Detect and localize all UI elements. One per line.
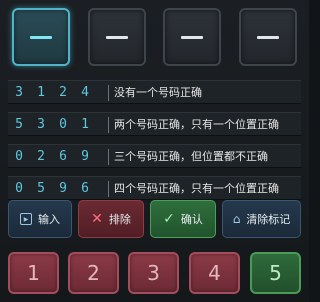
number-pad: 1 2 3 4 5 [8,252,301,296]
play-icon: ▶ [20,213,32,225]
clue-digit: 2 [37,149,45,164]
clue-digit: 9 [59,181,67,196]
number-key-2[interactable]: 2 [68,252,119,294]
input-button[interactable]: ▶ 输入 [8,200,72,238]
close-icon: ✕ [91,211,103,227]
tag-icon: ⌂ [232,212,241,226]
guess-slot-3[interactable] [163,8,221,66]
guess-slot-2[interactable] [88,8,146,66]
clue-digit: 1 [81,117,89,132]
slot-empty-dash [30,35,52,39]
puzzle-panel: 3 1 2 4 没有一个号码正确 5 3 0 1 两个号码正确，只有一个位置正确… [0,0,309,302]
slot-empty-dash [106,35,128,39]
clue-hint: 三个号码正确，但位置都不正确 [114,150,268,163]
clue-separator [108,181,109,197]
confirm-button-label: 确认 [180,213,203,226]
clue-digit: 0 [15,149,23,164]
action-bar: ▶ 输入 ✕ 排除 ✓ 确认 ⌂ 清除标记 [8,200,301,240]
number-key-4[interactable]: 4 [189,252,240,294]
clue-digit: 3 [37,117,45,132]
clue-hint: 两个号码正确，只有一个位置正确 [114,118,279,131]
guess-slot-1[interactable] [12,8,70,66]
clue-separator [108,149,109,165]
clue-hint: 四个号码正确，只有一个位置正确 [114,182,279,195]
clue-hint: 没有一个号码正确 [114,86,202,99]
clue-row-2: 5 3 0 1 两个号码正确，只有一个位置正确 [8,112,301,136]
clue-separator [108,85,109,101]
slot-empty-dash [257,35,279,39]
clue-digit: 5 [15,117,23,132]
clear-marks-button-label: 清除标记 [246,213,291,226]
clue-digits: 5 3 0 1 [13,116,103,134]
input-button-label: 输入 [38,213,60,226]
clue-digit: 2 [59,85,67,100]
clue-digit: 9 [81,149,89,164]
slot-empty-dash [181,35,203,39]
clue-digit: 6 [81,181,89,196]
clue-digit: 0 [15,181,23,196]
clue-digits: 0 2 6 9 [13,148,103,166]
clue-digit: 3 [15,85,23,100]
clue-row-3: 0 2 6 9 三个号码正确，但位置都不正确 [8,144,301,168]
clear-marks-button[interactable]: ⌂ 清除标记 [222,200,301,238]
clue-digits: 3 1 2 4 [13,84,103,102]
number-key-3[interactable]: 3 [128,252,179,294]
clue-digit: 4 [81,85,89,100]
clue-row-4: 0 5 9 6 四个号码正确，只有一个位置正确 [8,176,301,200]
clue-row-1: 3 1 2 4 没有一个号码正确 [8,80,301,104]
clue-digit: 6 [59,149,67,164]
clue-digits: 0 5 9 6 [13,180,103,198]
exclude-button-label: 排除 [108,213,131,226]
exclude-button[interactable]: ✕ 排除 [78,200,144,238]
guess-slots [12,8,297,68]
clue-separator [108,117,109,133]
confirm-button[interactable]: ✓ 确认 [150,200,216,238]
check-icon: ✓ [163,211,175,227]
clue-digit: 1 [37,85,45,100]
number-key-5[interactable]: 5 [250,252,301,294]
number-key-1[interactable]: 1 [8,252,59,294]
clue-digit: 5 [37,181,45,196]
guess-slot-4[interactable] [239,8,297,66]
clue-digit: 0 [59,117,67,132]
